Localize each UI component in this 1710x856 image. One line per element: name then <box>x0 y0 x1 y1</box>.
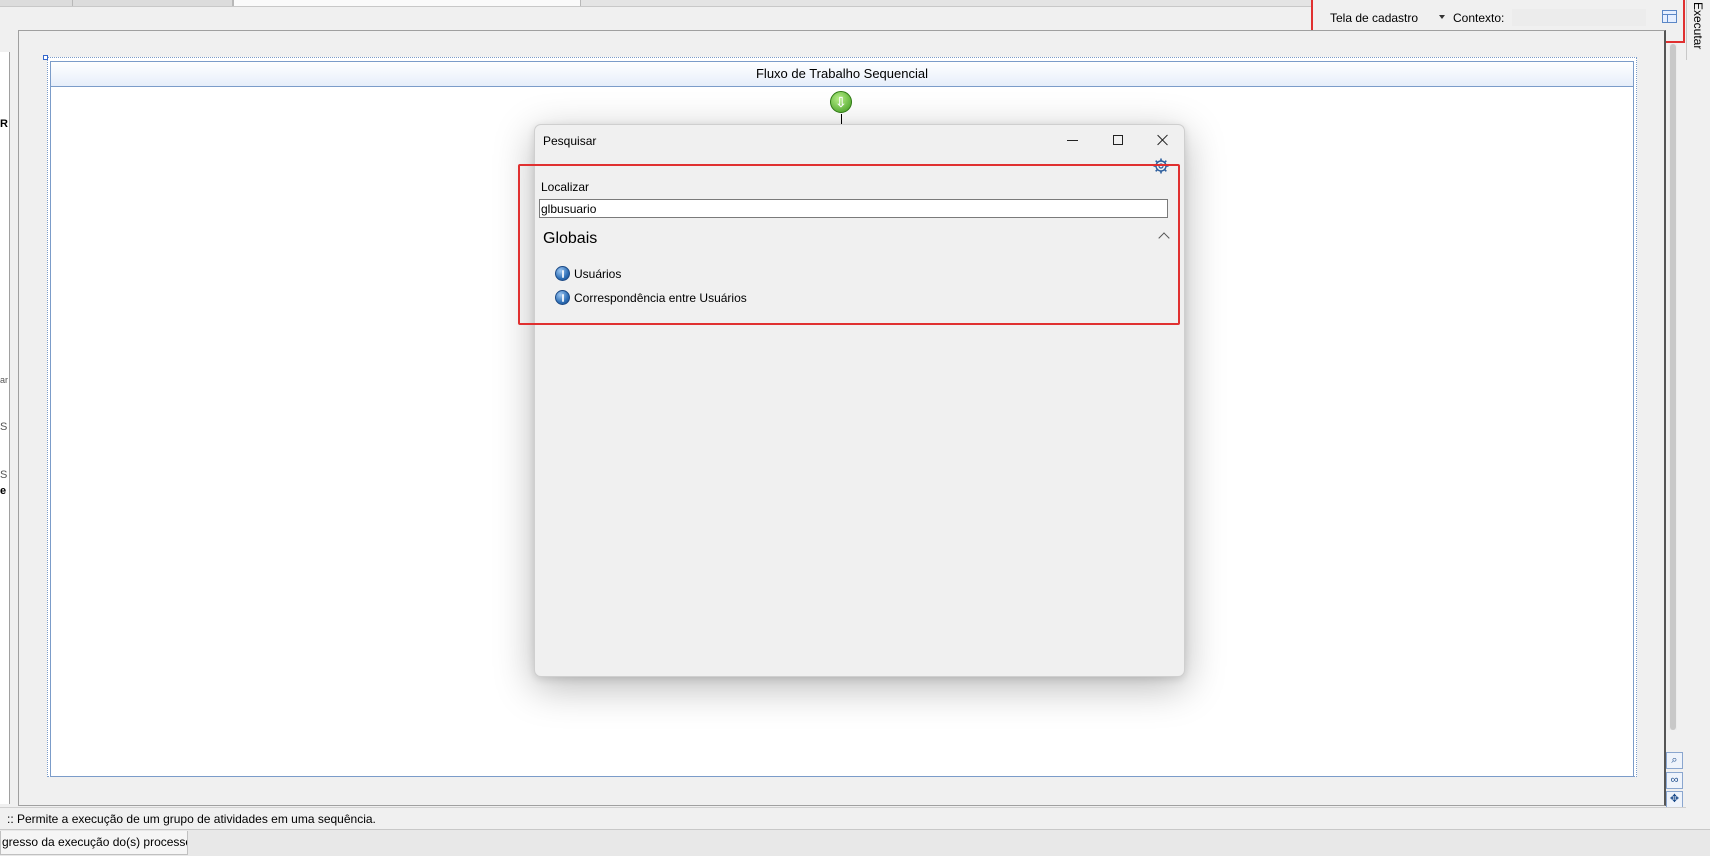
sequence-activity-header[interactable]: Fluxo de Trabalho Sequencial <box>50 61 1634 87</box>
left-panel-fragment: R <box>0 118 8 130</box>
selection-handle[interactable] <box>43 55 48 60</box>
result-label: Usuários <box>574 266 622 281</box>
group-title: Globais <box>543 230 598 247</box>
dialog-title: Pesquisar <box>543 134 597 148</box>
side-tab-label: Executar <box>1691 2 1705 50</box>
bottom-tab-strip: gresso da execução do(s) processo(s) <box>0 829 1710 856</box>
context-field[interactable] <box>1512 9 1646 26</box>
left-panel-fragment: S <box>0 421 8 433</box>
designer-scrollbar[interactable] <box>1669 44 1677 730</box>
zoom-icon[interactable]: ⌕ <box>1666 752 1683 769</box>
close-icon <box>1157 134 1169 146</box>
screen-dropdown[interactable]: Tela de cadastro <box>1330 11 1418 25</box>
maximize-icon <box>1113 135 1123 145</box>
left-panel-fragment: ar <box>0 375 9 385</box>
status-text: :: Permite a execução de um grupo de ati… <box>7 812 376 826</box>
globe-icon <box>555 266 570 281</box>
left-panel-fragment: S <box>0 469 8 481</box>
search-input[interactable] <box>539 199 1168 218</box>
minimize-button[interactable] <box>1049 125 1095 155</box>
find-label: Localizar <box>541 180 590 194</box>
document-tab-strip <box>0 0 1330 7</box>
result-item[interactable]: Usuários <box>555 266 621 281</box>
document-tab[interactable] <box>73 0 233 6</box>
left-panel-fragment: e <box>0 485 7 497</box>
left-panel: R ar S S e <box>0 52 10 804</box>
result-item[interactable]: Correspondência entre Usuários <box>555 290 747 305</box>
start-arrow-icon: ⇩ <box>830 91 852 113</box>
scrollbar-thumb[interactable] <box>1670 44 1676 730</box>
side-tab-executar[interactable]: Executar <box>1686 0 1710 60</box>
pan-icon[interactable]: ✥ <box>1666 791 1683 808</box>
close-button[interactable] <box>1140 125 1186 155</box>
maximize-button[interactable] <box>1095 125 1141 155</box>
minimize-icon <box>1066 139 1078 141</box>
result-label: Correspondência entre Usuários <box>574 290 747 305</box>
document-tab[interactable] <box>0 0 73 6</box>
context-label: Contexto: <box>1453 11 1505 25</box>
dropdown-arrow-icon[interactable] <box>1439 15 1445 19</box>
table-icon[interactable] <box>1662 10 1677 23</box>
globe-icon <box>555 290 570 305</box>
document-tab-active[interactable] <box>233 0 581 6</box>
find-icon[interactable]: ∞ <box>1666 772 1683 789</box>
bottom-tab-progress[interactable]: gresso da execução do(s) processo(s) <box>0 831 188 855</box>
status-bar: :: Permite a execução de um grupo de ati… <box>0 807 1686 829</box>
